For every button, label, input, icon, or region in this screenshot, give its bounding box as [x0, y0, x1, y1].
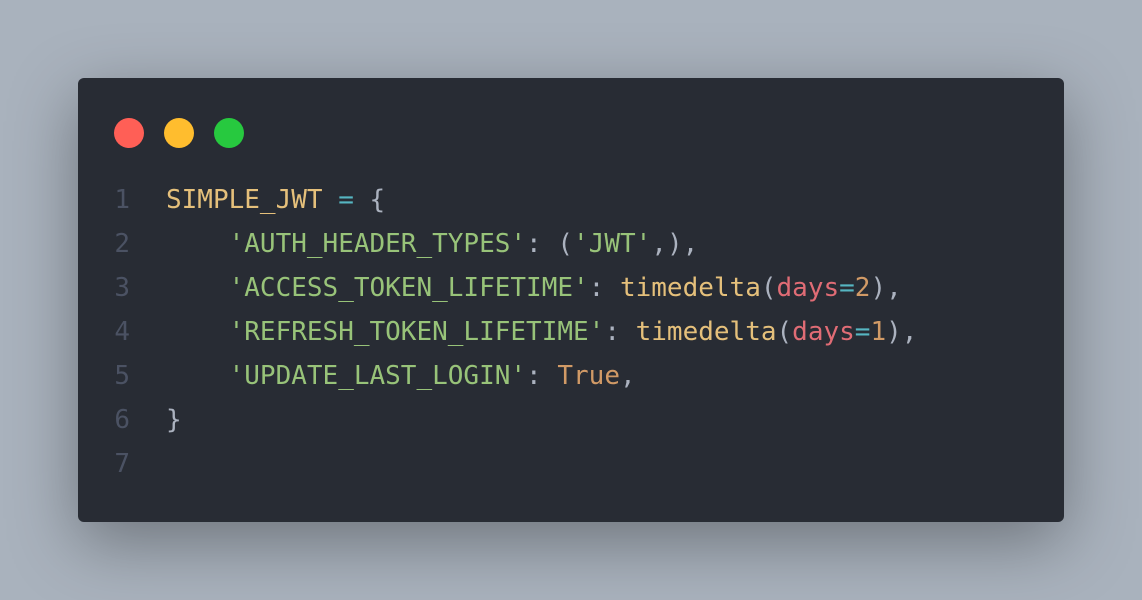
- punctuation: ,),: [651, 229, 699, 259]
- assign-operator: =: [338, 185, 354, 215]
- boolean-value: True: [557, 361, 620, 391]
- code-line: 5 'UPDATE_LAST_LOGIN': True,: [78, 354, 1064, 398]
- keyword-arg: days: [776, 273, 840, 303]
- function-name: timedelta: [635, 317, 777, 347]
- colon: :: [604, 317, 636, 347]
- code-line: 1 SIMPLE_JWT = {: [78, 178, 1064, 222]
- equals-operator: =: [854, 317, 871, 347]
- line-number: 6: [114, 405, 130, 435]
- equals-operator: =: [839, 273, 855, 303]
- variable-name: SIMPLE_JWT: [166, 185, 323, 215]
- code-block: 1 SIMPLE_JWT = { 2 'AUTH_HEADER_TYPES': …: [78, 178, 1064, 486]
- dict-key: 'REFRESH_TOKEN_LIFETIME': [228, 317, 605, 347]
- function-name: timedelta: [619, 273, 761, 303]
- dict-key: 'ACCESS_TOKEN_LIFETIME': [228, 273, 589, 303]
- keyword-arg: days: [792, 317, 855, 347]
- punctuation: ),: [886, 317, 918, 347]
- code-line: 6 }: [78, 398, 1064, 442]
- colon: :: [526, 361, 558, 391]
- comma: ,: [619, 361, 636, 391]
- code-line: 3 'ACCESS_TOKEN_LIFETIME': timedelta(day…: [78, 266, 1064, 310]
- paren: (: [760, 273, 777, 303]
- punctuation: ),: [870, 273, 902, 303]
- minimize-dot-icon[interactable]: [164, 118, 194, 148]
- line-number: 7: [114, 449, 130, 479]
- close-brace: }: [166, 405, 182, 435]
- dict-key: 'AUTH_HEADER_TYPES': [228, 229, 527, 259]
- code-line: 4 'REFRESH_TOKEN_LIFETIME': timedelta(da…: [78, 310, 1064, 354]
- open-brace: {: [369, 185, 386, 215]
- number-value: 1: [870, 317, 887, 347]
- window-controls: [114, 118, 244, 148]
- line-number: 5: [114, 361, 130, 391]
- line-number: 2: [114, 229, 130, 259]
- code-window: 1 SIMPLE_JWT = { 2 'AUTH_HEADER_TYPES': …: [78, 78, 1064, 522]
- close-dot-icon[interactable]: [114, 118, 144, 148]
- line-number: 1: [114, 185, 130, 215]
- colon: :: [526, 229, 558, 259]
- line-number: 4: [114, 317, 130, 347]
- dict-key: 'UPDATE_LAST_LOGIN': [228, 361, 527, 391]
- colon: :: [588, 273, 620, 303]
- paren: (: [776, 317, 793, 347]
- number-value: 2: [854, 273, 871, 303]
- paren: (: [557, 229, 574, 259]
- line-number: 3: [114, 273, 130, 303]
- string-value: 'JWT': [573, 229, 652, 259]
- code-line: 2 'AUTH_HEADER_TYPES': ('JWT',),: [78, 222, 1064, 266]
- maximize-dot-icon[interactable]: [214, 118, 244, 148]
- code-line: 7: [78, 442, 1064, 486]
